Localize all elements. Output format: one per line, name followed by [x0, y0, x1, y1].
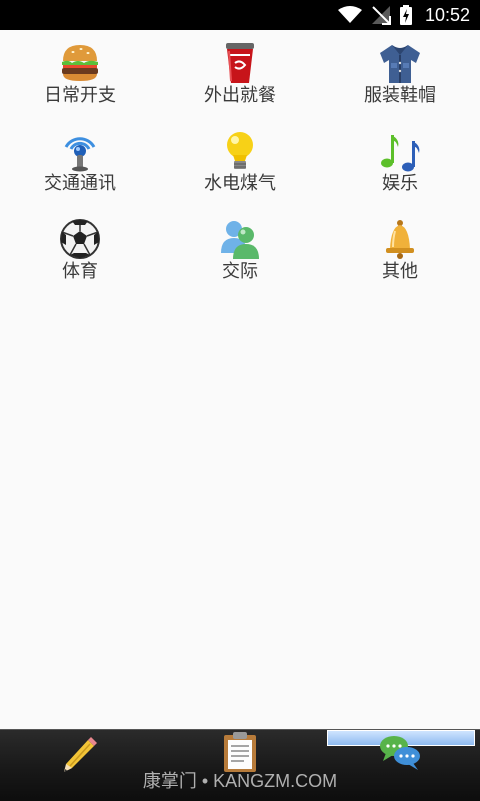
- soccer-ball-icon: [60, 219, 100, 259]
- light-bulb-icon: [227, 132, 253, 169]
- category-social[interactable]: 交际: [160, 217, 320, 305]
- bottom-toolbar: 康掌门 • KANGZM.COM: [0, 729, 480, 801]
- chat-bubbles-icon: [380, 736, 420, 770]
- category-utilities[interactable]: 水电煤气: [160, 129, 320, 217]
- wifi-icon: [337, 6, 362, 23]
- category-entertainment[interactable]: 娱乐: [320, 129, 480, 217]
- category-label: 娱乐: [382, 173, 418, 194]
- bell-icon: [386, 220, 414, 259]
- category-label: 日常开支: [44, 85, 116, 106]
- category-sports[interactable]: 体育: [0, 217, 160, 305]
- status-time: 10:52: [424, 4, 470, 25]
- category-label: 交际: [222, 261, 258, 282]
- category-label: 交通通讯: [44, 173, 116, 194]
- category-daily-expense[interactable]: 日常开支: [0, 41, 160, 129]
- category-grid: 日常开支 外出就餐 服装鞋帽 交通通讯 水电煤气 娱乐 体育 交际 其他: [0, 41, 480, 305]
- antenna-icon: [64, 137, 96, 172]
- hamburger-icon: [62, 45, 98, 81]
- category-label: 外出就餐: [204, 85, 276, 106]
- battery-charging-icon: [399, 5, 412, 25]
- category-label: 水电煤气: [204, 173, 276, 194]
- status-bar: 10:52: [0, 0, 480, 30]
- category-label: 服装鞋帽: [364, 85, 436, 106]
- shirt-icon: [380, 45, 420, 83]
- people-icon: [221, 221, 259, 259]
- no-signal-icon: [371, 6, 391, 25]
- category-clothing[interactable]: 服装鞋帽: [320, 41, 480, 129]
- category-other[interactable]: 其他: [320, 217, 480, 305]
- watermark: 康掌门 • KANGZM.COM: [142, 771, 338, 791]
- category-label: 体育: [62, 261, 98, 282]
- category-dining-out[interactable]: 外出就餐: [160, 41, 320, 129]
- music-notes-icon: [381, 135, 420, 172]
- category-label: 其他: [382, 261, 418, 282]
- category-transport-communication[interactable]: 交通通讯: [0, 129, 160, 217]
- soda-cup-icon: [226, 43, 254, 83]
